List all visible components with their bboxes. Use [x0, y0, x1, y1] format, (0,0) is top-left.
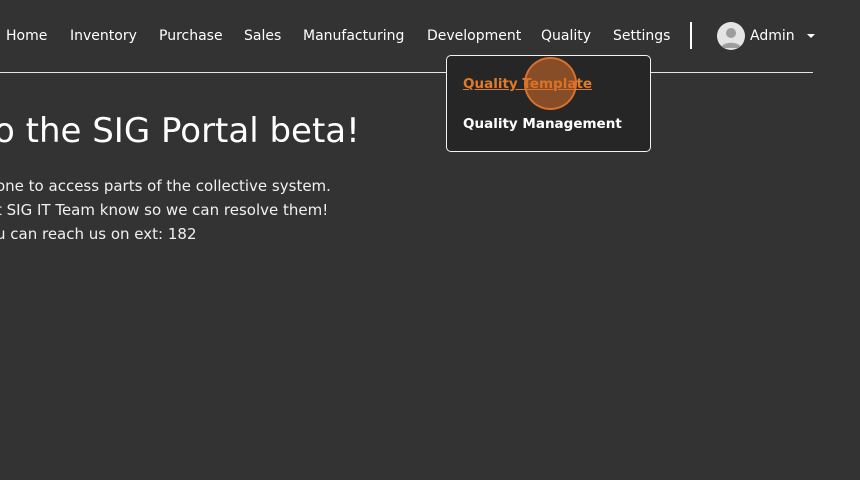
- menu-item-quality-management[interactable]: Quality Management: [463, 114, 622, 134]
- user-name: Admin: [750, 28, 795, 44]
- caret-down-icon[interactable]: [806, 34, 815, 38]
- nav-divider: [690, 22, 692, 49]
- welcome-text-line-2: t SIG IT Team know so we can resolve the…: [0, 201, 329, 219]
- quality-dropdown-menu: Quality Template Quality Management: [446, 55, 651, 152]
- nav-item-development[interactable]: Development: [427, 26, 521, 46]
- welcome-headline: o the SIG Portal beta!: [0, 111, 360, 151]
- user-avatar-icon: [717, 22, 745, 50]
- welcome-text-line-1: one to access parts of the collective sy…: [0, 177, 331, 195]
- nav-item-quality[interactable]: Quality: [541, 26, 591, 46]
- menu-item-quality-template[interactable]: Quality Template: [463, 74, 592, 94]
- nav-item-purchase[interactable]: Purchase: [159, 26, 223, 46]
- page: Home Inventory Purchase Sales Manufactur…: [0, 0, 860, 480]
- top-navigation: Home Inventory Purchase Sales Manufactur…: [0, 0, 815, 73]
- nav-item-inventory[interactable]: Inventory: [70, 26, 137, 46]
- nav-item-home[interactable]: Home: [6, 26, 47, 46]
- nav-item-settings[interactable]: Settings: [613, 26, 670, 46]
- nav-item-sales[interactable]: Sales: [244, 26, 281, 46]
- nav-item-manufacturing[interactable]: Manufacturing: [303, 26, 404, 46]
- welcome-text-line-3: u can reach us on ext: 182: [0, 225, 197, 243]
- user-menu[interactable]: Admin: [717, 22, 815, 50]
